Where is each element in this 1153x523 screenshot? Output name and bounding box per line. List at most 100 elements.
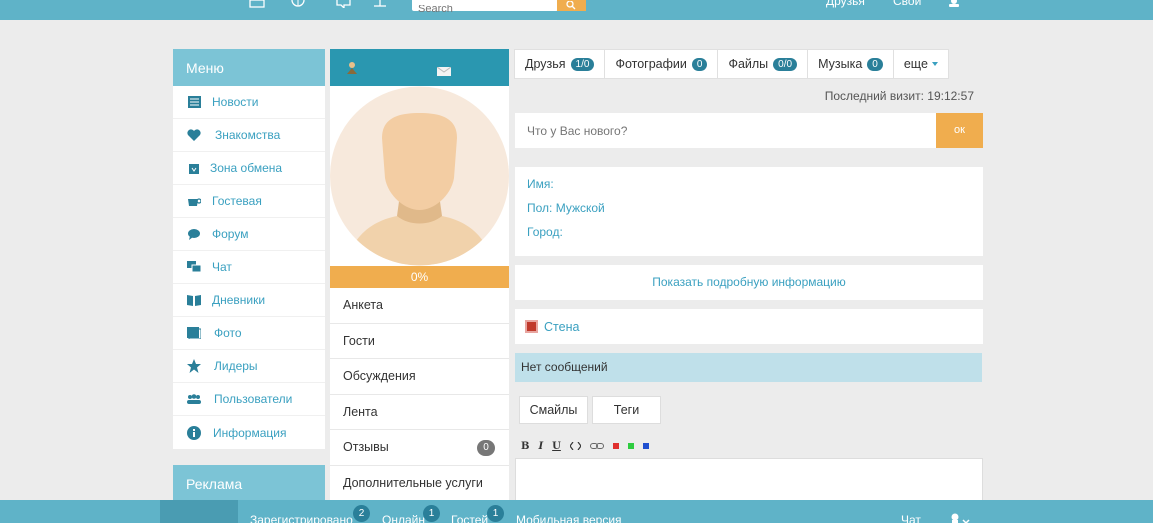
menu-item-label: Зона обмена <box>210 161 283 175</box>
last-visit-text: Последний визит: 19:12:57 <box>824 89 974 103</box>
wall-header[interactable]: Стена <box>515 309 983 344</box>
bottom-home-block[interactable] <box>160 500 238 523</box>
menu-item-label: Дневники <box>212 293 266 307</box>
menu-item-label: Знакомства <box>215 128 281 142</box>
profile-link-guests[interactable]: Гости <box>330 324 509 359</box>
tab-music[interactable]: Музыка 0 <box>807 49 894 79</box>
menu-title: Меню <box>173 49 325 86</box>
profile-link-questionnaire[interactable]: Анкета <box>330 288 509 324</box>
tab-label: Файлы <box>728 57 769 71</box>
chat-icon <box>187 260 201 274</box>
star-icon <box>187 359 201 373</box>
profile-link-extra-services[interactable]: Дополнительные услуги <box>330 466 509 502</box>
profile-progress-bar: 0% <box>330 266 509 288</box>
tab-more-dropdown[interactable]: еще <box>892 49 949 79</box>
guests-count-badge: 1 <box>487 505 504 522</box>
user-tie-icon[interactable] <box>372 0 388 10</box>
online-link[interactable]: Онлайн <box>382 513 425 523</box>
blue-color-icon[interactable] <box>642 443 649 449</box>
tab-friends[interactable]: Друзья 1/0 <box>514 49 606 79</box>
globe-icon[interactable] <box>290 0 306 10</box>
message-icon[interactable] <box>436 64 452 79</box>
tab-label: Фотографии <box>615 57 687 71</box>
menu-item-label: Пользователи <box>214 392 293 406</box>
reviews-count-badge: 0 <box>477 440 495 456</box>
smiles-button[interactable]: Смайлы <box>519 396 588 424</box>
tab-label: Друзья <box>525 57 566 71</box>
main-menu: Меню Новости Знакомства Зона обмена Гост… <box>173 49 325 449</box>
status-input[interactable] <box>515 113 915 148</box>
menu-item-news[interactable]: Новости <box>173 86 325 119</box>
editor-toolbar: B I U <box>521 439 658 453</box>
italic-button[interactable]: I <box>538 441 543 452</box>
chat-link[interactable]: Чат <box>901 513 921 523</box>
cup-icon <box>187 194 201 208</box>
menu-item-chat[interactable]: Чат <box>173 251 325 284</box>
registered-link[interactable]: Зарегистрировано <box>250 513 353 523</box>
tab-count-badge: 0 <box>691 57 708 71</box>
info-gender[interactable]: Пол: Мужской <box>527 201 971 225</box>
tab-label: еще <box>903 57 928 71</box>
heart-icon <box>187 128 201 142</box>
menu-item-leaders[interactable]: Лидеры <box>173 350 325 383</box>
guests-link[interactable]: Гостей <box>451 513 488 523</box>
code-icon[interactable] <box>569 442 581 450</box>
user-icon[interactable] <box>946 0 962 10</box>
search-field[interactable] <box>412 0 558 13</box>
tab-files[interactable]: Файлы 0/0 <box>717 49 809 79</box>
underline-button[interactable]: U <box>552 441 561 452</box>
menu-item-label: Форум <box>212 227 249 241</box>
red-color-icon[interactable] <box>612 443 619 449</box>
profile-link-discussions[interactable]: Обсуждения <box>330 359 509 395</box>
info-city: Город: <box>527 225 563 239</box>
account-link[interactable]: Свой <box>893 0 921 8</box>
online-count-badge: 1 <box>423 505 440 522</box>
tab-count-badge: 0 <box>867 57 883 71</box>
book-icon <box>187 293 201 307</box>
menu-item-diaries[interactable]: Дневники <box>173 284 325 317</box>
menu-item-photo[interactable]: Фото <box>173 317 325 350</box>
wall-icon <box>525 320 538 333</box>
profile-header <box>330 49 509 86</box>
status-field[interactable] <box>515 113 936 148</box>
user-menu-icon[interactable] <box>949 512 971 523</box>
wall-title: Стена <box>544 319 580 334</box>
profile-link-label: Отзывы <box>343 440 389 455</box>
green-color-icon[interactable] <box>627 443 634 449</box>
profile-link-reviews[interactable]: Отзывы 0 <box>330 430 509 466</box>
menu-item-label: Гостевая <box>212 194 262 208</box>
search-input[interactable] <box>412 5 552 13</box>
mail-icon[interactable] <box>249 0 265 10</box>
menu-item-label: Чат <box>212 260 232 274</box>
profile-info-box: Имя: Пол: Мужской Город: <box>515 167 983 256</box>
menu-item-label: Информация <box>213 425 287 440</box>
show-details-link[interactable]: Показать подробную информацию <box>515 265 983 300</box>
menu-item-exchange[interactable]: Зона обмена <box>173 152 325 185</box>
avatar[interactable] <box>330 86 509 266</box>
friends-link[interactable]: Друзья <box>826 0 865 8</box>
registered-count-badge: 2 <box>353 505 370 522</box>
tab-photos[interactable]: Фотографии 0 <box>604 49 719 79</box>
menu-item-users[interactable]: Пользователи <box>173 383 325 416</box>
profile-link-feed[interactable]: Лента <box>330 395 509 430</box>
photo-icon <box>187 326 201 340</box>
tab-count-badge: 0/0 <box>773 57 798 71</box>
menu-item-forum[interactable]: Форум <box>173 218 325 251</box>
tags-button[interactable]: Теги <box>592 396 661 424</box>
status-submit-button[interactable]: ок <box>936 113 983 148</box>
news-icon <box>187 95 201 109</box>
menu-item-guestbook[interactable]: Гостевая <box>173 185 325 218</box>
comment-icon[interactable] <box>336 0 352 10</box>
search-icon <box>566 0 576 10</box>
menu-item-info[interactable]: Информация <box>173 416 325 449</box>
bold-button[interactable]: B <box>521 441 529 452</box>
profile-tabs: Друзья 1/0 Фотографии 0 Файлы 0/0 Музыка… <box>514 49 949 79</box>
comment-icon <box>187 227 201 241</box>
mobile-version-link[interactable]: Мобильная версия <box>516 513 622 523</box>
link-icon[interactable] <box>589 443 604 449</box>
download-box-icon <box>187 161 201 175</box>
info-icon <box>187 425 201 440</box>
user-status-icon[interactable] <box>345 61 359 78</box>
menu-item-dating[interactable]: Знакомства <box>173 119 325 152</box>
search-button[interactable] <box>557 0 586 11</box>
